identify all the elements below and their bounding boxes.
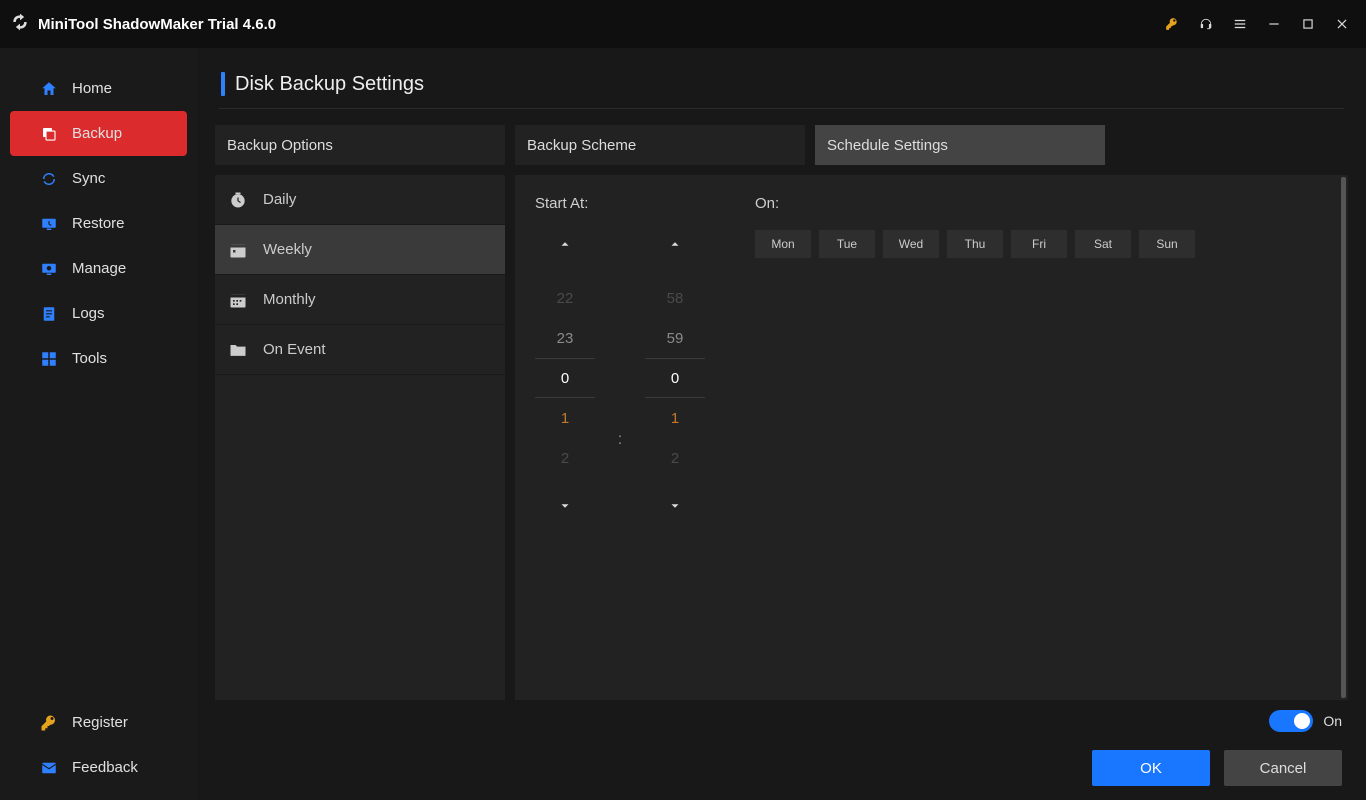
hour-selected[interactable]: 0 (535, 358, 595, 398)
sidebar-item-label: Feedback (72, 759, 138, 776)
minute-up-button[interactable] (668, 230, 682, 258)
time-picker[interactable]: 22 23 0 1 2 : 58 (535, 230, 705, 520)
schedule-mode-label: Daily (263, 191, 296, 208)
toggle-label: On (1323, 713, 1342, 729)
tools-icon (40, 350, 58, 368)
on-label: On: (755, 195, 1195, 212)
tab-label: Schedule Settings (827, 137, 948, 154)
sidebar-item-sync[interactable]: Sync (10, 156, 187, 201)
day-fri[interactable]: Fri (1011, 230, 1067, 258)
schedule-mode-label: Monthly (263, 291, 316, 308)
sidebar-item-label: Sync (72, 170, 105, 187)
hour-value: 22 (535, 278, 595, 318)
minute-selected[interactable]: 0 (645, 358, 705, 398)
sidebar-item-label: Manage (72, 260, 126, 277)
day-wed[interactable]: Wed (883, 230, 939, 258)
clock-icon (227, 189, 249, 211)
sidebar: Home Backup Sync Restore Manage Logs (0, 48, 197, 800)
minute-value: 1 (645, 398, 705, 438)
schedule-toggle[interactable] (1269, 710, 1313, 732)
hour-up-button[interactable] (558, 230, 572, 258)
register-key-icon (40, 714, 58, 732)
sidebar-item-label: Register (72, 714, 128, 731)
schedule-mode-label: Weekly (263, 241, 312, 258)
start-at-label: Start At: (535, 195, 705, 212)
page-title-accent (221, 72, 225, 96)
sidebar-item-feedback[interactable]: Feedback (10, 745, 187, 790)
scrollbar[interactable] (1341, 177, 1346, 698)
feedback-icon (40, 759, 58, 777)
hour-value: 23 (535, 318, 595, 358)
manage-icon (40, 260, 58, 278)
sidebar-item-label: Backup (72, 125, 122, 142)
sidebar-item-label: Home (72, 80, 112, 97)
upgrade-key-icon[interactable] (1158, 10, 1186, 38)
tab-backup-scheme[interactable]: Backup Scheme (515, 125, 805, 165)
minimize-icon[interactable] (1260, 10, 1288, 38)
app-title: MiniTool ShadowMaker Trial 4.6.0 (38, 16, 276, 33)
content-area: Disk Backup Settings Backup Options Back… (197, 48, 1366, 800)
calendar-month-icon (227, 289, 249, 311)
minute-down-button[interactable] (668, 492, 682, 520)
sidebar-item-label: Tools (72, 350, 107, 367)
divider (219, 108, 1344, 109)
menu-icon[interactable] (1226, 10, 1254, 38)
schedule-mode-monthly[interactable]: Monthly (215, 275, 505, 325)
hour-down-button[interactable] (558, 492, 572, 520)
sidebar-item-logs[interactable]: Logs (10, 291, 187, 336)
sidebar-item-restore[interactable]: Restore (10, 201, 187, 246)
folder-icon (227, 339, 249, 361)
sidebar-item-tools[interactable]: Tools (10, 336, 187, 381)
page-title: Disk Backup Settings (235, 73, 424, 96)
schedule-mode-label: On Event (263, 341, 326, 358)
tab-schedule-settings[interactable]: Schedule Settings (815, 125, 1105, 165)
day-thu[interactable]: Thu (947, 230, 1003, 258)
schedule-mode-onevent[interactable]: On Event (215, 325, 505, 375)
maximize-icon[interactable] (1294, 10, 1322, 38)
calendar-week-icon (227, 239, 249, 261)
hour-value: 2 (535, 438, 595, 478)
minute-value: 2 (645, 438, 705, 478)
schedule-mode-daily[interactable]: Daily (215, 175, 505, 225)
tab-label: Backup Options (227, 137, 333, 154)
day-sun[interactable]: Sun (1139, 230, 1195, 258)
close-icon[interactable] (1328, 10, 1356, 38)
hour-wheel[interactable]: 22 23 0 1 2 (535, 230, 595, 520)
logs-icon (40, 305, 58, 323)
day-selector: Mon Tue Wed Thu Fri Sat Sun (755, 230, 1195, 258)
hour-value: 1 (535, 398, 595, 438)
support-icon[interactable] (1192, 10, 1220, 38)
sidebar-item-label: Restore (72, 215, 125, 232)
ok-button[interactable]: OK (1092, 750, 1210, 786)
minute-value: 59 (645, 318, 705, 358)
app-logo-icon (10, 12, 30, 37)
backup-icon (40, 125, 58, 143)
minute-wheel[interactable]: 58 59 0 1 2 (645, 230, 705, 520)
day-sat[interactable]: Sat (1075, 230, 1131, 258)
schedule-mode-list: Daily Weekly Monthly On Event (215, 175, 505, 700)
minute-value: 58 (645, 278, 705, 318)
schedule-detail-panel: Start At: 22 23 0 1 2 (515, 175, 1348, 700)
sync-icon (40, 170, 58, 188)
tab-label: Backup Scheme (527, 137, 636, 154)
sidebar-item-label: Logs (72, 305, 105, 322)
sidebar-item-register[interactable]: Register (10, 700, 187, 745)
sidebar-item-manage[interactable]: Manage (10, 246, 187, 291)
titlebar: MiniTool ShadowMaker Trial 4.6.0 (0, 0, 1366, 48)
restore-icon (40, 215, 58, 233)
day-mon[interactable]: Mon (755, 230, 811, 258)
schedule-mode-weekly[interactable]: Weekly (215, 225, 505, 275)
cancel-button[interactable]: Cancel (1224, 750, 1342, 786)
tab-backup-options[interactable]: Backup Options (215, 125, 505, 165)
sidebar-item-backup[interactable]: Backup (10, 111, 187, 156)
day-tue[interactable]: Tue (819, 230, 875, 258)
time-colon: : (615, 301, 625, 449)
sidebar-item-home[interactable]: Home (10, 66, 187, 111)
home-icon (40, 80, 58, 98)
